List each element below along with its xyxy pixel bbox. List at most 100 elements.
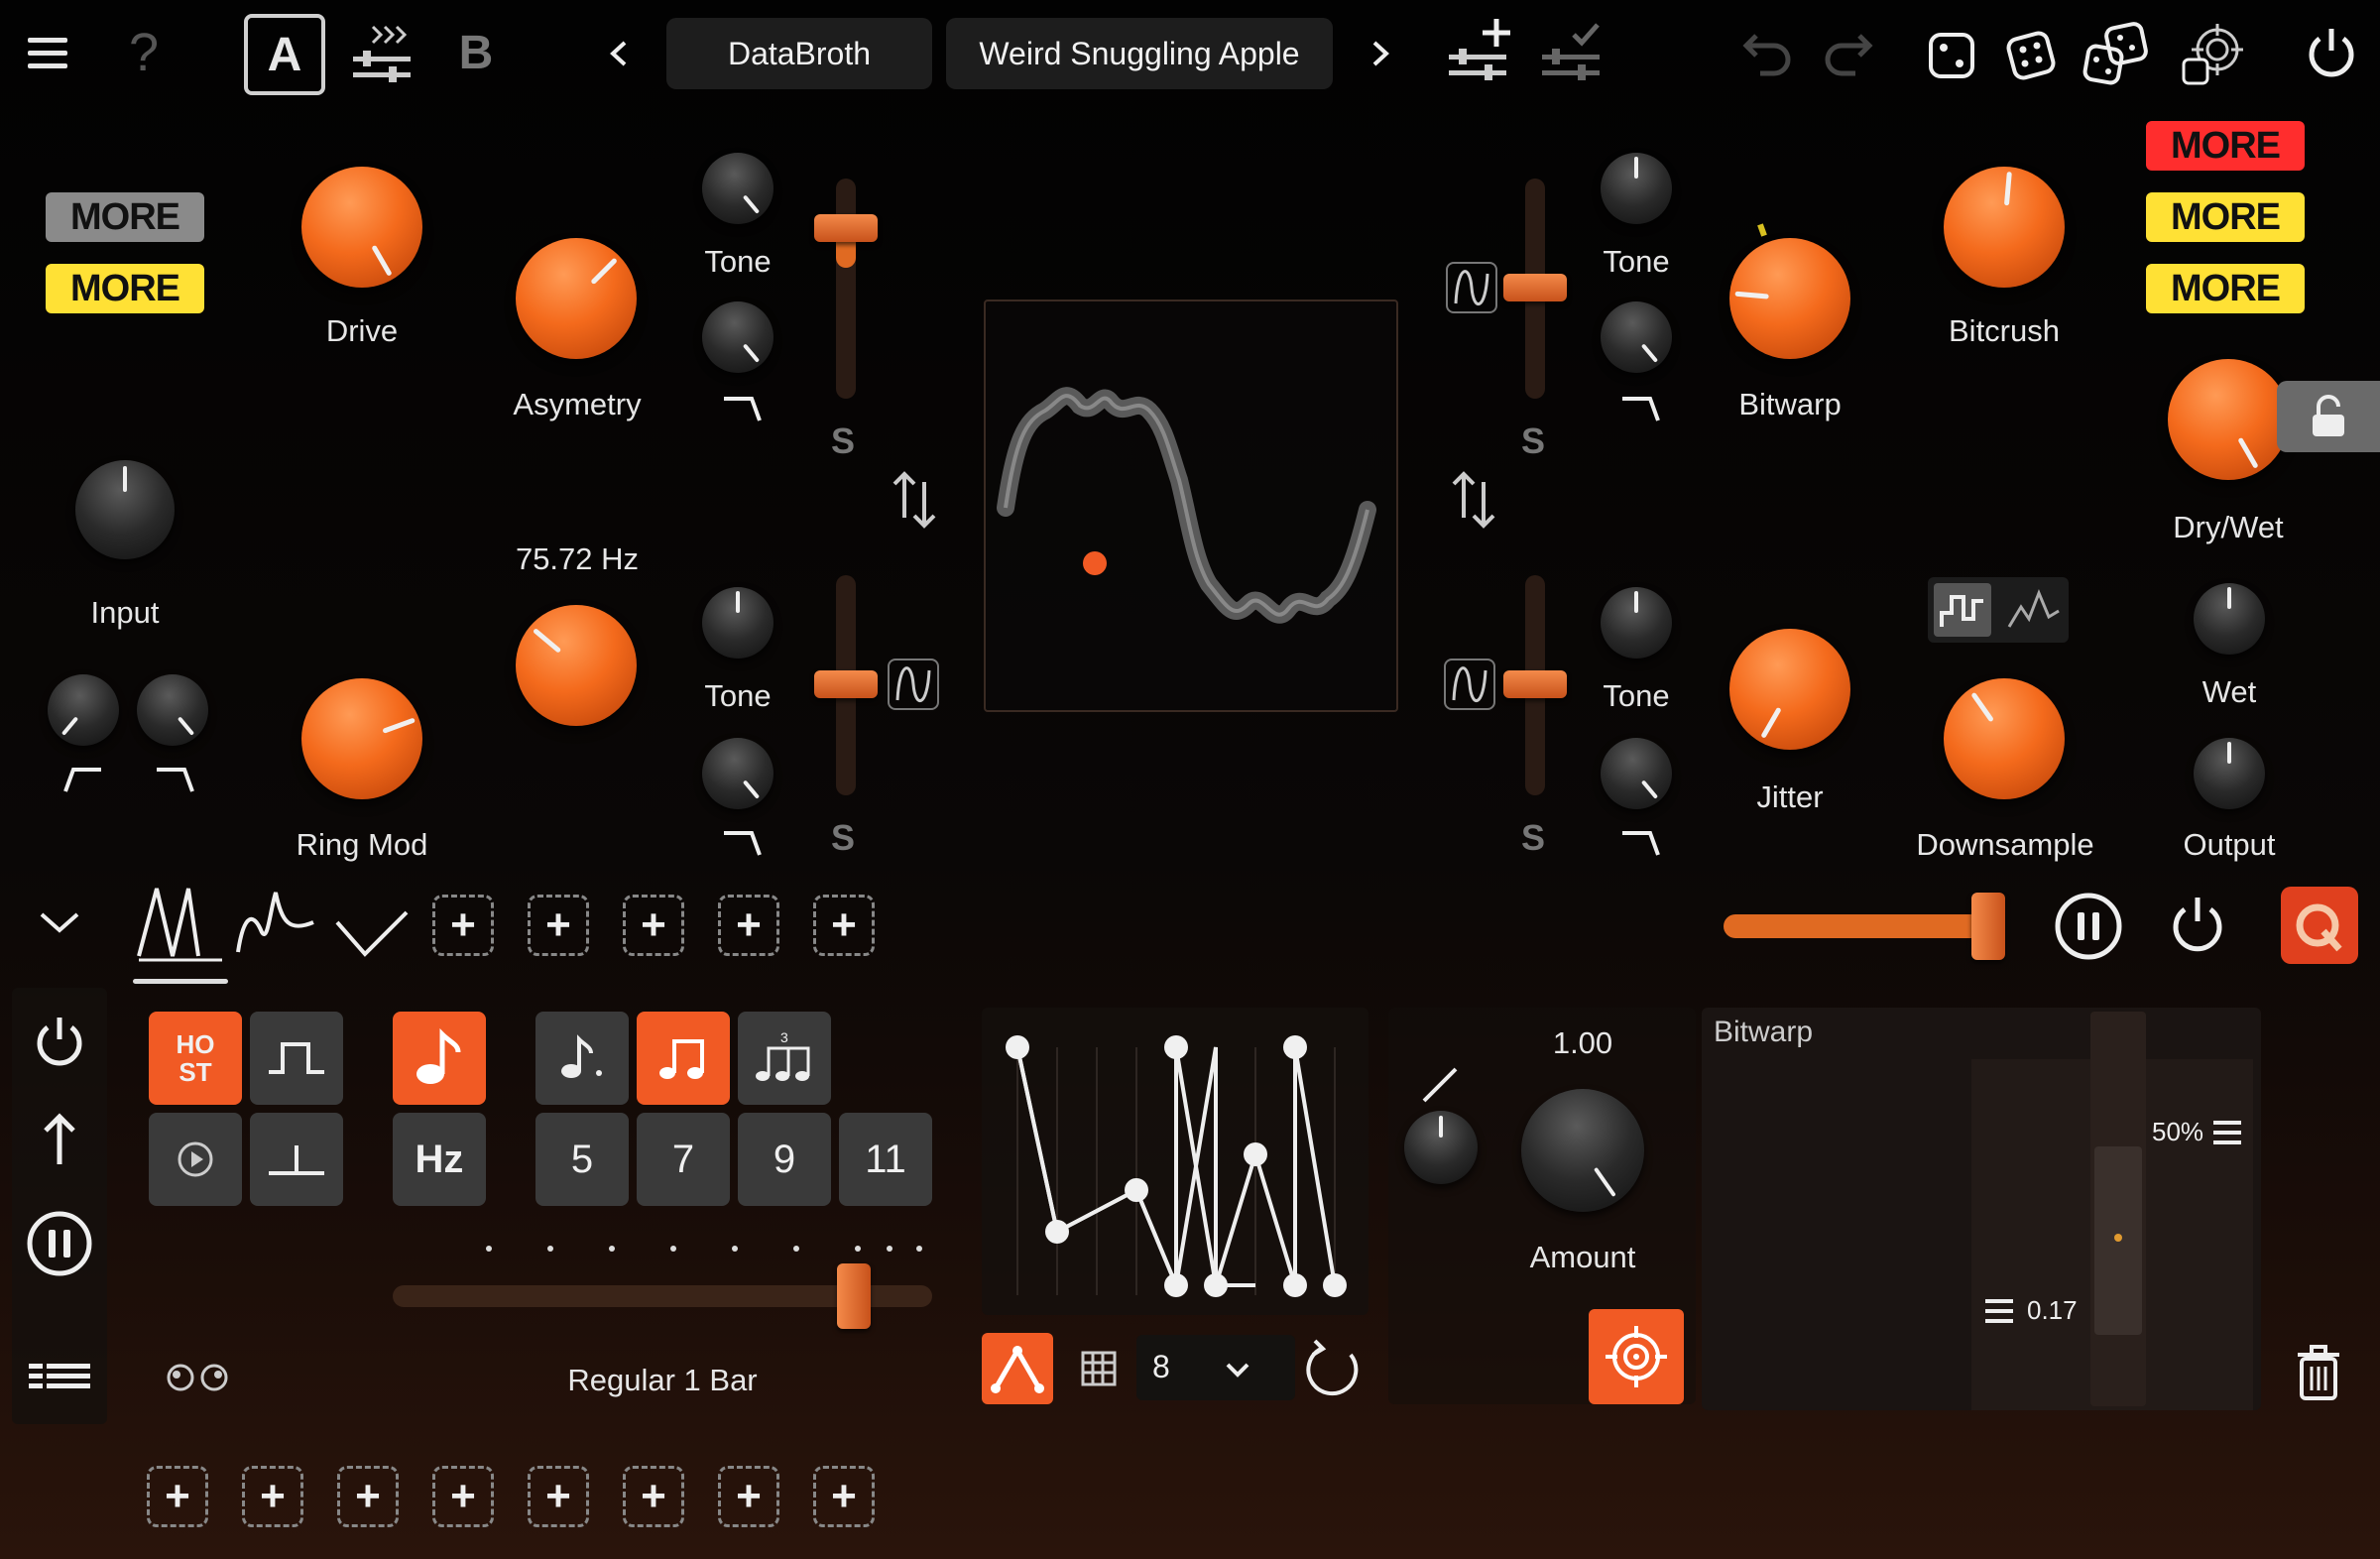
rate-slider[interactable] (393, 1263, 932, 1329)
dotted-note-button[interactable] (536, 1012, 629, 1105)
waveshaper-display[interactable] (984, 300, 1398, 712)
downsample-knob[interactable] (1944, 678, 2065, 799)
more-button-yellow-3[interactable]: MORE (2146, 264, 2305, 313)
grid-icon[interactable] (1079, 1349, 1119, 1388)
save-preset-button[interactable] (1537, 14, 1608, 85)
add-slot-button-4[interactable]: + (432, 1466, 494, 1527)
asymetry-knob[interactable] (516, 238, 637, 359)
swap-arrows-icon[interactable] (891, 470, 938, 530)
tone-knob-2b[interactable] (702, 738, 774, 809)
trigger-mode-button[interactable] (250, 1012, 343, 1105)
link-icon[interactable] (163, 1361, 232, 1394)
division-7-button[interactable]: 7 (637, 1113, 730, 1206)
target-button[interactable] (1589, 1309, 1684, 1404)
tone-knob-1b[interactable] (702, 301, 774, 373)
drive-knob[interactable] (301, 167, 422, 288)
undo-button[interactable] (1737, 22, 1799, 83)
bitwarp-knob[interactable] (1729, 238, 1850, 359)
slider-track-1[interactable] (814, 179, 878, 399)
bitcrush-knob[interactable] (1944, 167, 2065, 288)
output-knob[interactable] (2194, 738, 2265, 809)
add-slot-button-6[interactable]: + (623, 1466, 684, 1527)
division-11-button[interactable]: 11 (839, 1113, 932, 1206)
add-slot-button-2[interactable]: + (242, 1466, 303, 1527)
delete-button[interactable] (2291, 1341, 2346, 1404)
wet-knob[interactable] (2194, 583, 2265, 655)
mod-range-min[interactable]: 0.17 (1985, 1295, 2078, 1326)
tone-knob-4a[interactable] (1601, 587, 1672, 659)
mod-tab-envelope-icon[interactable] (234, 883, 317, 962)
amount-knob[interactable] (1521, 1089, 1644, 1212)
lfo-power-button[interactable] (28, 1010, 91, 1073)
lfo-direction-button[interactable] (34, 1109, 85, 1168)
jitter-knob[interactable] (1729, 629, 1850, 750)
stepped-mode-button[interactable] (1934, 583, 1991, 637)
lfo-pause-button[interactable] (24, 1208, 95, 1279)
play-retrigger-button[interactable] (149, 1113, 242, 1206)
add-slot-button-1[interactable]: + (147, 1466, 208, 1527)
more-button-gray[interactable]: MORE (46, 192, 204, 242)
swap-arrows-icon[interactable] (1450, 470, 1497, 530)
randomize-heavy-button[interactable] (2079, 20, 2154, 89)
tone-knob-2a[interactable] (702, 587, 774, 659)
help-button[interactable]: ? (121, 20, 167, 85)
step-sequencer-panel[interactable] (982, 1008, 1368, 1315)
division-5-button[interactable]: 5 (536, 1113, 629, 1206)
steps-dropdown[interactable]: 8 (1136, 1335, 1295, 1400)
brand-logo[interactable] (2281, 887, 2358, 964)
power-button[interactable] (2301, 20, 2362, 85)
slider-thumb-2[interactable] (814, 670, 878, 698)
straight-note-button[interactable] (637, 1012, 730, 1105)
slot-b-button[interactable]: B (448, 20, 504, 85)
triplet-note-button[interactable]: 3 (738, 1012, 831, 1105)
host-sync-button[interactable]: HO ST (149, 1012, 242, 1105)
prev-preset-button[interactable] (595, 30, 643, 77)
mod-depth-thumb[interactable] (1971, 893, 2005, 960)
draw-mode-button[interactable] (982, 1333, 1053, 1404)
randomize-medium-button[interactable] (1999, 24, 2063, 87)
input-lowcut-knob[interactable] (48, 674, 119, 746)
ring-mod-freq-knob[interactable] (516, 605, 637, 726)
mod-pause-button[interactable] (2051, 889, 2126, 964)
copy-a-to-b-button[interactable] (347, 20, 416, 85)
sine-shape-button[interactable] (888, 659, 939, 710)
mod-tab-random-icon[interactable] (333, 902, 411, 964)
sine-shape-button-2[interactable] (1446, 262, 1497, 313)
add-slot-button-3[interactable]: + (337, 1466, 399, 1527)
mod-range-fill[interactable] (2094, 1146, 2142, 1335)
slot-a-button[interactable]: A (244, 14, 325, 95)
lock-button[interactable] (2277, 381, 2380, 452)
slider-track-2[interactable] (814, 575, 878, 795)
add-slot-button-8[interactable]: + (813, 1466, 875, 1527)
lfo-list-button[interactable] (28, 1357, 91, 1396)
more-button-red[interactable]: MORE (2146, 121, 2305, 171)
randomize-target-button[interactable] (2176, 20, 2249, 89)
note-sync-button[interactable] (393, 1012, 486, 1105)
more-button-yellow[interactable]: MORE (46, 264, 204, 313)
menu-button[interactable] (22, 28, 73, 79)
add-mod-source-button-4[interactable]: + (718, 895, 779, 956)
collapse-mod-button[interactable] (34, 897, 85, 948)
mod-range-max[interactable]: 50% (2152, 1117, 2243, 1147)
add-preset-button[interactable] (1444, 14, 1515, 85)
input-knob[interactable] (75, 460, 175, 559)
add-mod-source-button-1[interactable]: + (432, 895, 494, 956)
add-mod-source-button-2[interactable]: + (528, 895, 589, 956)
preset-bank-selector[interactable]: DataBroth (666, 18, 932, 89)
slider-track-3[interactable] (1503, 179, 1567, 399)
mod-tab-lfo[interactable] (133, 881, 228, 984)
tone-knob-3b[interactable] (1601, 301, 1672, 373)
sine-shape-button-3[interactable] (1444, 659, 1495, 710)
tone-knob-4b[interactable] (1601, 738, 1672, 809)
division-9-button[interactable]: 9 (738, 1113, 831, 1206)
tone-knob-3a[interactable] (1601, 153, 1672, 224)
tone-knob-1a[interactable] (702, 153, 774, 224)
mod-power-button[interactable] (2162, 889, 2233, 960)
slider-thumb-1[interactable] (814, 214, 878, 242)
downsample-mode-toggle[interactable] (1928, 577, 2069, 643)
one-shot-button[interactable] (250, 1113, 343, 1206)
jagged-wave-icon[interactable] (2005, 587, 2063, 633)
hz-mode-button[interactable]: Hz (393, 1113, 486, 1206)
input-highcut-knob[interactable] (137, 674, 208, 746)
amount-curve-knob[interactable] (1404, 1111, 1478, 1184)
